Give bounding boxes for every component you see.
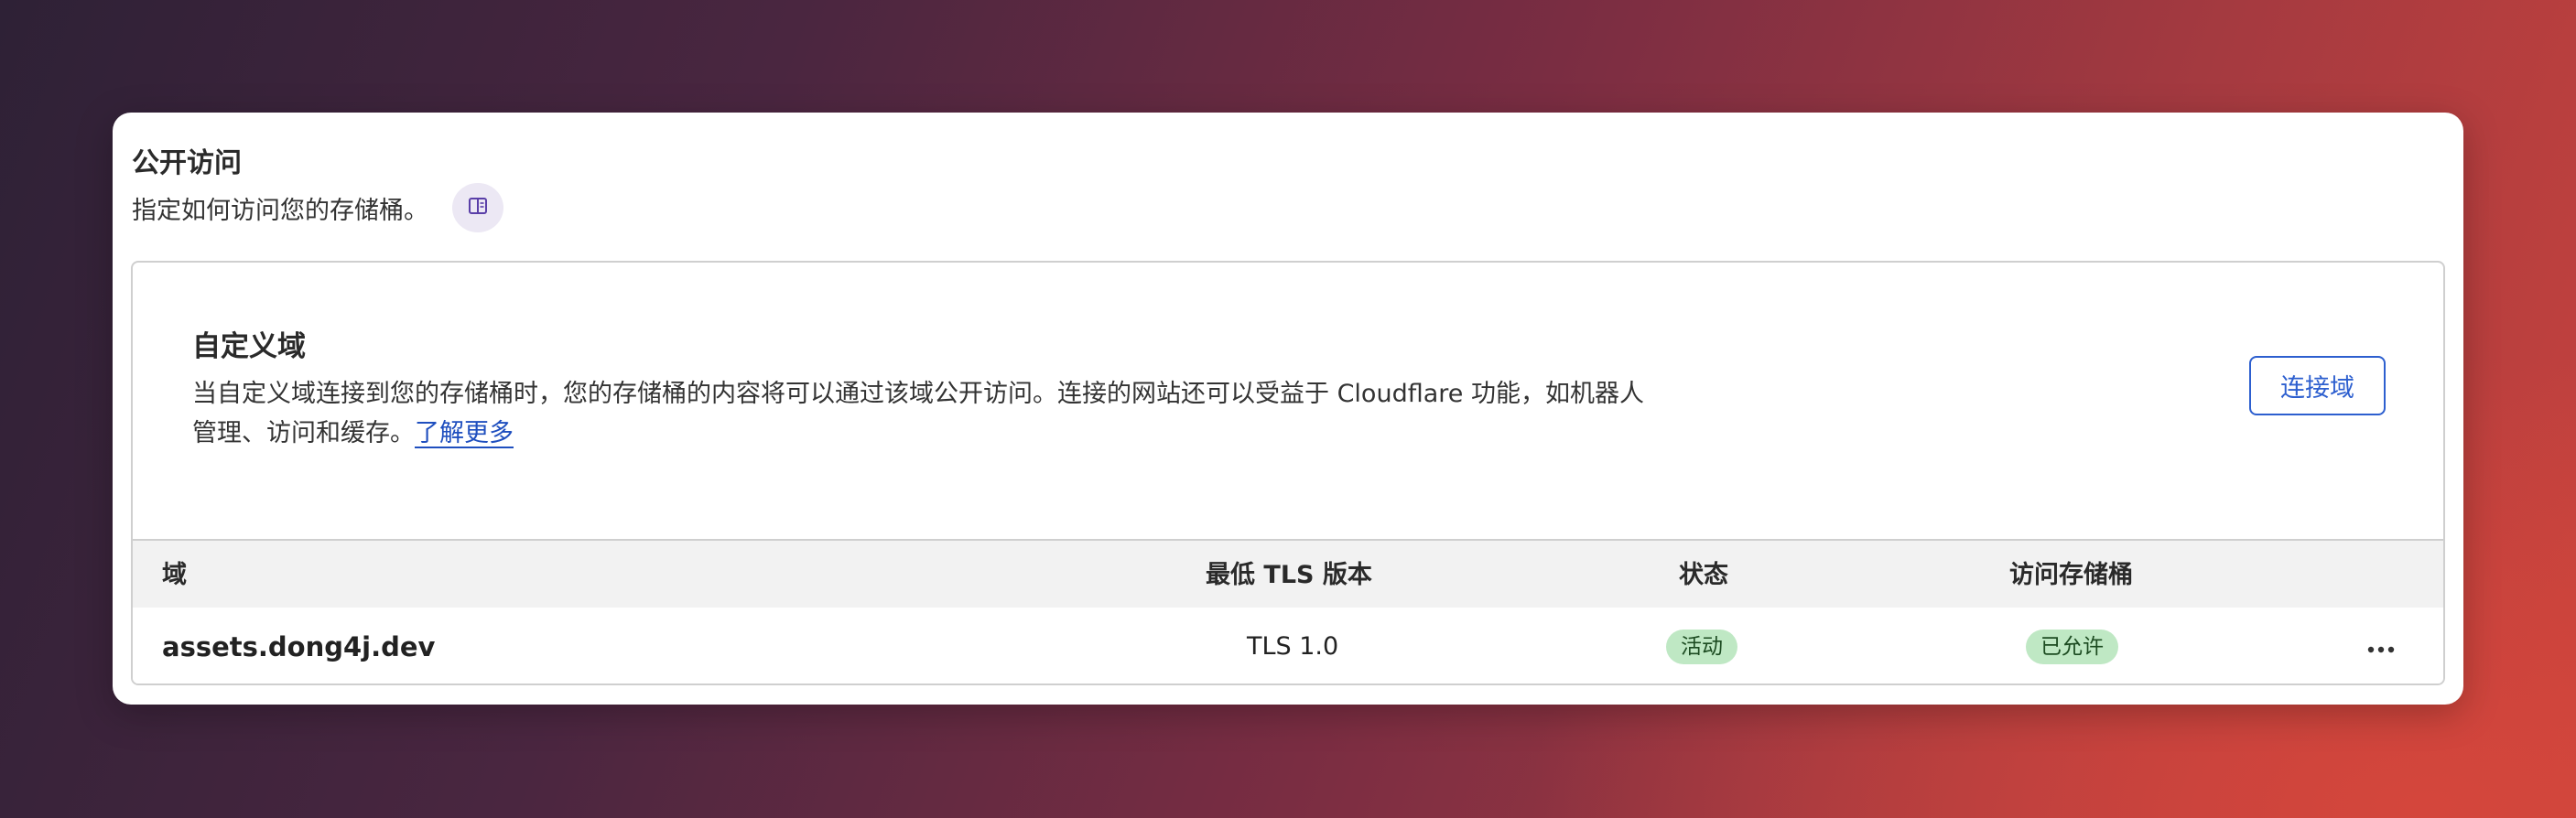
public-access-card: 公开访问 指定如何访问您的存储桶。 自定义域 当自定义域连接到您的存储桶时，您的… xyxy=(113,113,2463,705)
domain-cell: assets.dong4j.dev xyxy=(162,630,436,662)
status-cell: 活动 xyxy=(1666,608,1737,683)
section-title: 自定义域 xyxy=(192,330,306,363)
custom-domain-header: 自定义域 当自定义域连接到您的存储桶时，您的存储桶的内容将可以通过该域公开访问。… xyxy=(133,263,2443,539)
bucket-access-cell: 已允许 xyxy=(2026,608,2118,683)
column-header-min-tls: 最低 TLS 版本 xyxy=(1206,561,1372,589)
row-actions-button[interactable] xyxy=(2366,608,2396,683)
description-text: 当自定义域连接到您的存储桶时，您的存储桶的内容将可以通过该域公开访问。连接的网站… xyxy=(192,380,1644,447)
book-open-icon xyxy=(468,197,488,219)
section-description: 当自定义域连接到您的存储桶时，您的存储桶的内容将可以通过该域公开访问。连接的网站… xyxy=(192,374,1666,453)
table-row: assets.dong4j.dev TLS 1.0 活动 已允许 xyxy=(133,608,2443,683)
custom-domain-panel: 自定义域 当自定义域连接到您的存储桶时，您的存储桶的内容将可以通过该域公开访问。… xyxy=(131,261,2445,685)
access-badge: 已允许 xyxy=(2026,629,2118,664)
card-title: 公开访问 xyxy=(132,147,242,179)
more-horizontal-icon xyxy=(2366,632,2396,661)
column-header-domain: 域 xyxy=(162,561,187,589)
learn-more-link[interactable]: 了解更多 xyxy=(415,419,514,447)
documentation-button[interactable] xyxy=(452,183,503,232)
tls-version-cell: TLS 1.0 xyxy=(1247,632,1339,661)
column-header-status: 状态 xyxy=(1679,561,1728,589)
column-header-bucket-access: 访问存储桶 xyxy=(2009,561,2133,589)
status-badge: 活动 xyxy=(1666,629,1737,664)
connect-domain-button[interactable]: 连接域 xyxy=(2249,356,2386,415)
table-header: 域 最低 TLS 版本 状态 访问存储桶 xyxy=(133,539,2443,608)
card-subtitle: 指定如何访问您的存储桶。 xyxy=(132,197,428,225)
